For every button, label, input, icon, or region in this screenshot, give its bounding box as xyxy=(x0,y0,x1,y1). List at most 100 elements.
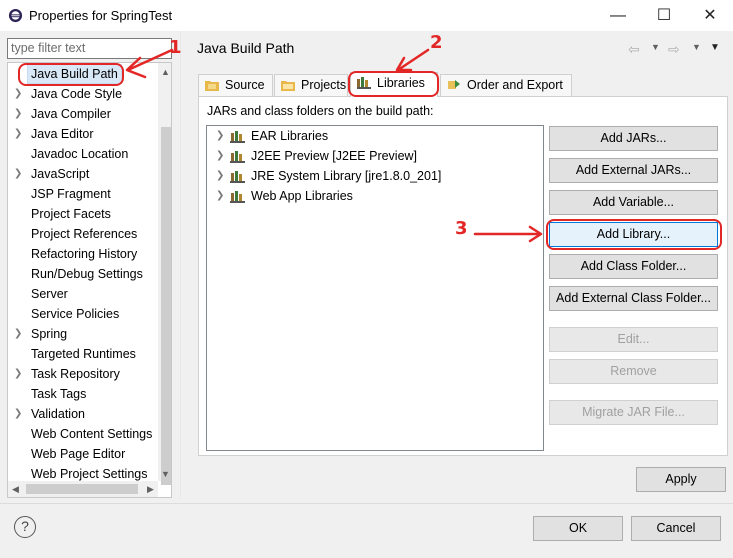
tree-item-service-policies[interactable]: Service Policies xyxy=(8,304,158,324)
vertical-scroll-thumb[interactable] xyxy=(161,127,171,485)
tree-item-targeted-runtimes[interactable]: Targeted Runtimes xyxy=(8,344,158,364)
expand-arrow-icon[interactable]: ❯ xyxy=(14,84,24,104)
tab-label: Source xyxy=(225,78,265,92)
tree-item-task-repository[interactable]: ❯ Task Repository xyxy=(8,364,158,384)
view-menu-icon[interactable]: ▼ xyxy=(710,42,720,53)
expand-arrow-icon[interactable]: ❯ xyxy=(216,126,224,146)
add-jars-button[interactable]: Add JARs... xyxy=(549,126,718,151)
tree-item-project-facets[interactable]: Project Facets xyxy=(8,204,158,224)
annotation-number-2: 2 xyxy=(430,32,443,53)
library-icon xyxy=(230,171,245,183)
order-export-icon xyxy=(448,80,460,89)
tree-item-label: Service Policies xyxy=(31,307,120,321)
help-icon[interactable]: ? xyxy=(14,516,36,538)
tree-item-java-code-style[interactable]: ❯ Java Code Style xyxy=(8,84,158,104)
tree-item-javascript[interactable]: ❯ JavaScript xyxy=(8,164,158,184)
add-class-folder-button[interactable]: Add Class Folder... xyxy=(549,254,718,279)
close-icon: ✕ xyxy=(703,7,717,24)
tree-item-spring[interactable]: ❯ Spring xyxy=(8,324,158,344)
tree-item-label: Spring xyxy=(31,327,68,341)
annotation-number-3: 3 xyxy=(455,218,468,239)
add-external-class-folder-button[interactable]: Add External Class Folder... xyxy=(549,286,718,311)
tree-item-label: Targeted Runtimes xyxy=(31,347,136,361)
back-dropdown-icon[interactable]: ▼ xyxy=(651,42,660,52)
expand-arrow-icon[interactable]: ❯ xyxy=(14,164,24,184)
expand-arrow-icon[interactable]: ❯ xyxy=(216,166,224,186)
add-variable-button[interactable]: Add Variable... xyxy=(549,190,718,215)
property-tree: Java Build Path ❯ Java Code Style ❯ Java C… xyxy=(7,62,172,498)
expand-arrow-icon[interactable]: ❯ xyxy=(14,404,24,424)
tree-item-label: Refactoring History xyxy=(31,247,138,261)
scroll-up-icon[interactable]: ▲ xyxy=(158,65,171,79)
tab-order-and-export[interactable]: Order and Export xyxy=(440,74,572,96)
tree-item-label: Web Content Settings xyxy=(31,427,153,441)
tree-item-label: Task Repository xyxy=(31,367,120,381)
tree-item-project-references[interactable]: Project References xyxy=(8,224,158,244)
tree-item-refactoring-history[interactable]: Refactoring History xyxy=(8,244,158,264)
pane-divider[interactable] xyxy=(180,31,181,499)
footer-divider xyxy=(0,503,733,504)
library-icon xyxy=(230,151,245,163)
tab-projects[interactable]: Projects xyxy=(274,74,348,96)
back-arrow-icon[interactable]: ⇦ xyxy=(628,41,640,58)
close-button[interactable]: ✕ xyxy=(687,0,733,31)
library-item-label: EAR Libraries xyxy=(251,129,329,143)
tab-source[interactable]: Source xyxy=(198,74,273,96)
tree-item-run-debug-settings[interactable]: Run/Debug Settings xyxy=(8,264,158,284)
tree-item-label: Project Facets xyxy=(31,207,111,221)
minimize-icon: — xyxy=(610,7,626,24)
page-title: Java Build Path xyxy=(197,40,295,56)
annotation-box-1 xyxy=(18,63,124,86)
minimize-button[interactable]: — xyxy=(595,0,641,31)
cancel-button[interactable]: Cancel xyxy=(631,516,721,541)
horizontal-scroll-thumb[interactable] xyxy=(26,484,138,494)
expand-arrow-icon[interactable]: ❯ xyxy=(216,146,224,166)
forward-dropdown-icon[interactable]: ▼ xyxy=(692,42,701,52)
tree-item-label: JSP Fragment xyxy=(31,187,111,201)
forward-arrow-icon[interactable]: ⇨ xyxy=(668,41,680,58)
tree-item-label: JavaScript xyxy=(31,167,90,181)
tree-item-java-compiler[interactable]: ❯ Java Compiler xyxy=(8,104,158,124)
scroll-left-icon[interactable]: ◀ xyxy=(8,481,23,497)
tree-item-label: Server xyxy=(31,287,68,301)
tab-label: Order and Export xyxy=(467,78,563,92)
tree-item-validation[interactable]: ❯ Validation xyxy=(8,404,158,424)
libraries-tree[interactable]: ❯ EAR Libraries ❯ J2EE Preview [J2EE Pre… xyxy=(206,125,544,451)
expand-arrow-icon[interactable]: ❯ xyxy=(14,364,24,384)
expand-arrow-icon[interactable]: ❯ xyxy=(216,186,224,206)
expand-arrow-icon[interactable]: ❯ xyxy=(14,324,24,344)
library-icon xyxy=(230,131,245,143)
tab-label: Projects xyxy=(301,78,347,92)
maximize-icon: ☐ xyxy=(656,7,672,24)
annotation-box-2 xyxy=(348,71,439,97)
tree-item-label: Project References xyxy=(31,227,138,241)
tree-item-label: Web Page Editor xyxy=(31,447,126,461)
tree-item-web-content-settings[interactable]: Web Content Settings xyxy=(8,424,158,444)
expand-arrow-icon[interactable]: ❯ xyxy=(14,104,24,124)
filter-input[interactable]: type filter text xyxy=(7,38,172,59)
tree-item-label: Run/Debug Settings xyxy=(31,267,143,281)
add-external-jars-button[interactable]: Add External JARs... xyxy=(549,158,718,183)
scroll-right-icon[interactable]: ▶ xyxy=(143,481,158,497)
tree-item-server[interactable]: Server xyxy=(8,284,158,304)
apply-button[interactable]: Apply xyxy=(636,467,726,492)
tree-item-label: Task Tags xyxy=(31,387,87,401)
tree-item-web-page-editor[interactable]: Web Page Editor xyxy=(8,444,158,464)
tree-item-task-tags[interactable]: Task Tags xyxy=(8,384,158,404)
edit-button[interactable]: Edit... xyxy=(549,327,718,352)
tree-item-label: Validation xyxy=(31,407,85,421)
eclipse-app-icon xyxy=(8,8,23,23)
tree-item-jsp-fragment[interactable]: JSP Fragment xyxy=(8,184,158,204)
annotation-arrowhead-2 xyxy=(395,56,413,72)
annotation-arrow-2 xyxy=(396,48,430,72)
remove-button[interactable]: Remove xyxy=(549,359,718,384)
ok-button[interactable]: OK xyxy=(533,516,623,541)
tree-item-java-editor[interactable]: ❯ Java Editor xyxy=(8,124,158,144)
scroll-down-icon[interactable]: ▼ xyxy=(158,467,171,481)
maximize-button[interactable]: ☐ xyxy=(641,0,687,31)
source-folder-icon xyxy=(205,81,219,91)
tree-item-javadoc-location[interactable]: Javadoc Location xyxy=(8,144,158,164)
library-item-label: J2EE Preview [J2EE Preview] xyxy=(251,149,418,163)
migrate-jar-button[interactable]: Migrate JAR File... xyxy=(549,400,718,425)
expand-arrow-icon[interactable]: ❯ xyxy=(14,124,24,144)
